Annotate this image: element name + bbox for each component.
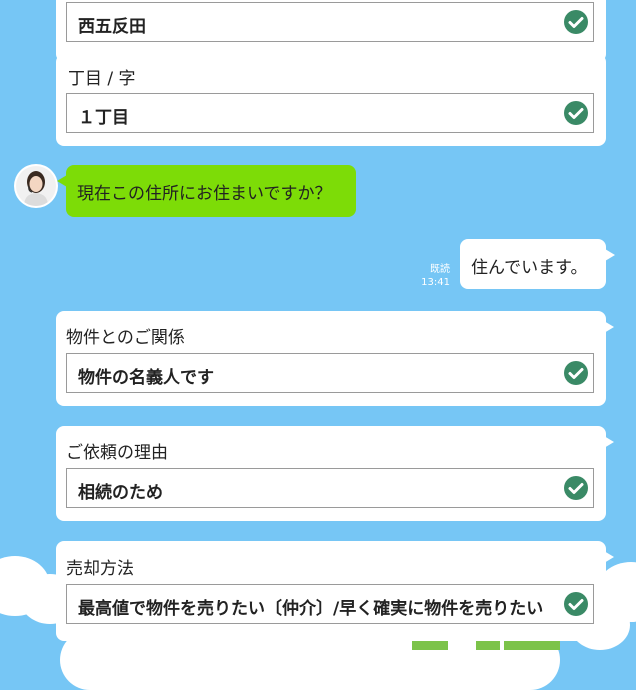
reason-value: 相続のため: [78, 483, 163, 503]
card-tail: [604, 436, 614, 448]
relation-label: 物件とのご関係: [66, 328, 185, 348]
check-circle-icon: [564, 592, 588, 616]
check-circle-icon: [564, 101, 588, 125]
reason-field[interactable]: 相続のため: [66, 468, 594, 508]
operator-avatar: [16, 166, 56, 206]
relation-card: 物件とのご関係 物件の名義人です: [56, 311, 614, 406]
operator-message-text: 現在この住所にお住まいですか？: [77, 184, 332, 204]
chome-card: 丁目 / 字 １丁目: [56, 54, 606, 146]
town-field[interactable]: 西五反田: [66, 2, 594, 42]
sale-method-card: 売却方法 最高値で物件を売りたい〔仲介〕/早く確実に物件を売りたい: [56, 541, 614, 641]
chome-value: １丁目: [78, 108, 129, 128]
building-decoration: [476, 640, 500, 650]
operator-message-bubble: 現在この住所にお住まいですか？: [57, 165, 356, 217]
sale-method-value: 最高値で物件を売りたい〔仲介〕/早く確実に物件を売りたい: [78, 599, 544, 619]
sale-method-label: 売却方法: [66, 559, 134, 579]
chome-field[interactable]: １丁目: [66, 93, 594, 133]
bubble-tail: [57, 175, 67, 187]
reason-label: ご依頼の理由: [66, 443, 168, 463]
user-reply-text: 住んでいます。: [471, 258, 588, 278]
reason-card: ご依頼の理由 相続のため: [56, 426, 614, 521]
check-circle-icon: [564, 10, 588, 34]
chome-label: 丁目 / 字: [68, 69, 136, 89]
message-time: 13:41: [421, 277, 450, 288]
sale-method-field[interactable]: 最高値で物件を売りたい〔仲介〕/早く確実に物件を売りたい: [66, 584, 594, 624]
card-tail: [604, 321, 614, 333]
relation-value: 物件の名義人です: [78, 368, 214, 388]
user-reply-bubble: 住んでいます。: [460, 239, 615, 289]
read-status: 既読: [430, 264, 450, 275]
address-town-card: 西五反田: [56, 0, 606, 62]
check-circle-icon: [564, 476, 588, 500]
check-circle-icon: [564, 361, 588, 385]
read-receipt: 既読 13:41: [418, 263, 450, 289]
bubble-tail: [605, 249, 615, 261]
town-value: 西五反田: [78, 17, 146, 37]
relation-field[interactable]: 物件の名義人です: [66, 353, 594, 393]
card-tail: [604, 551, 614, 563]
